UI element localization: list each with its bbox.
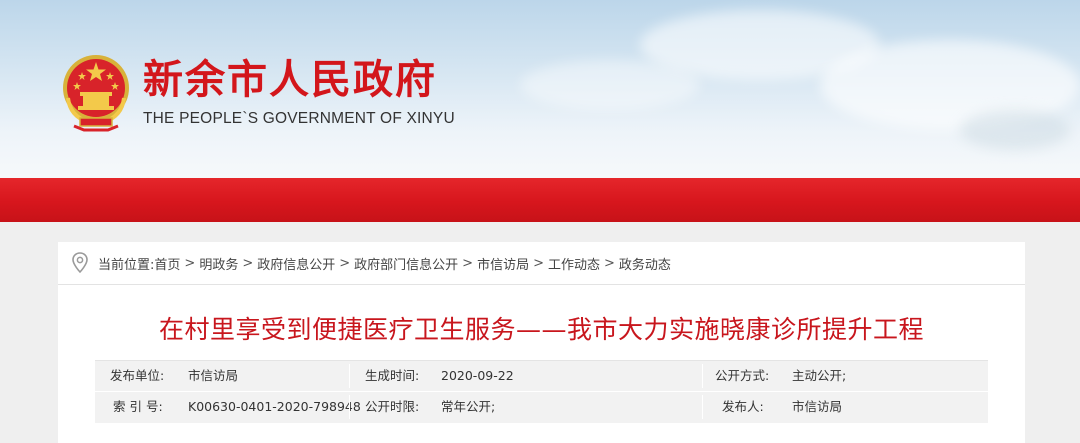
- publisher-value: 市信访局: [792, 399, 843, 414]
- publisher-label: 发布人:: [722, 399, 764, 414]
- article-title: 在村里享受到便捷医疗卫生服务——我市大力实施晓康诊所提升工程: [158, 315, 924, 344]
- publisher-unit-label: 发布单位:: [110, 368, 165, 383]
- breadcrumb-item-home[interactable]: 首页: [154, 254, 180, 273]
- site-subtitle: THE PEOPLE`S GOVERNMENT OF XINYU: [143, 110, 455, 127]
- breadcrumb-separator: >: [604, 255, 615, 271]
- created-time-value: 2020-09-22: [441, 368, 514, 383]
- disclosure-period-value: 常年公开;: [441, 399, 496, 414]
- breadcrumb-item-gov-news[interactable]: 政务动态: [619, 254, 671, 273]
- meta-divider: [702, 395, 703, 419]
- index-number-value: K00630-0401-2020-798948: [188, 399, 361, 414]
- breadcrumb-item-ming-zhengwu[interactable]: 明政务: [199, 254, 238, 273]
- breadcrumb-separator: >: [242, 255, 254, 271]
- location-pin-icon: [72, 252, 88, 274]
- meta-divider: [349, 395, 350, 419]
- site-title[interactable]: 新余市人民政府: [143, 56, 437, 104]
- breadcrumb-separator: >: [184, 255, 196, 271]
- sky-cloud: [520, 60, 700, 110]
- breadcrumb-item-work-news[interactable]: 工作动态: [548, 254, 600, 273]
- breadcrumb-item-gov-info-disclosure[interactable]: 政府信息公开: [257, 254, 335, 273]
- index-number-label: 索 引 号:: [113, 399, 163, 414]
- breadcrumb-separator: >: [339, 255, 351, 271]
- disclosure-mode-label: 公开方式:: [715, 368, 770, 383]
- disclosure-period-label: 公开时限:: [365, 399, 420, 414]
- breadcrumb-item-petition-bureau[interactable]: 市信访局: [477, 254, 529, 273]
- meta-divider: [349, 364, 350, 388]
- site-header: 新余市人民政府 THE PEOPLE`S GOVERNMENT OF XINYU: [0, 0, 1080, 178]
- sky-cloud: [960, 110, 1070, 150]
- breadcrumb-separator: >: [533, 255, 544, 271]
- breadcrumb-item-dept-info-disclosure[interactable]: 政府部门信息公开: [354, 254, 458, 273]
- disclosure-mode-value: 主动公开;: [792, 368, 847, 383]
- breadcrumb-prefix: 当前位置:: [98, 257, 155, 273]
- article-meta-table: 发布单位: 市信访局 生成时间: 2020-09-22 公开方式: 主动公开; …: [95, 360, 988, 423]
- created-time-label: 生成时间:: [365, 368, 420, 383]
- header-red-band: [0, 178, 1080, 222]
- national-emblem-icon[interactable]: [60, 52, 132, 132]
- content-panel: 当前位置: 首页 > 明政务 > 政府信息公开 > 政府部门信息公开 > 市信访…: [58, 242, 1025, 443]
- meta-row: 发布单位: 市信访局 生成时间: 2020-09-22 公开方式: 主动公开;: [95, 361, 988, 392]
- breadcrumb-separator: >: [462, 255, 474, 271]
- meta-row: 索 引 号: K00630-0401-2020-798948 公开时限: 常年公…: [95, 392, 988, 422]
- publisher-unit-value: 市信访局: [188, 368, 239, 383]
- meta-divider: [702, 364, 703, 388]
- breadcrumb: 当前位置: 首页 > 明政务 > 政府信息公开 > 政府部门信息公开 > 市信访…: [58, 242, 1025, 285]
